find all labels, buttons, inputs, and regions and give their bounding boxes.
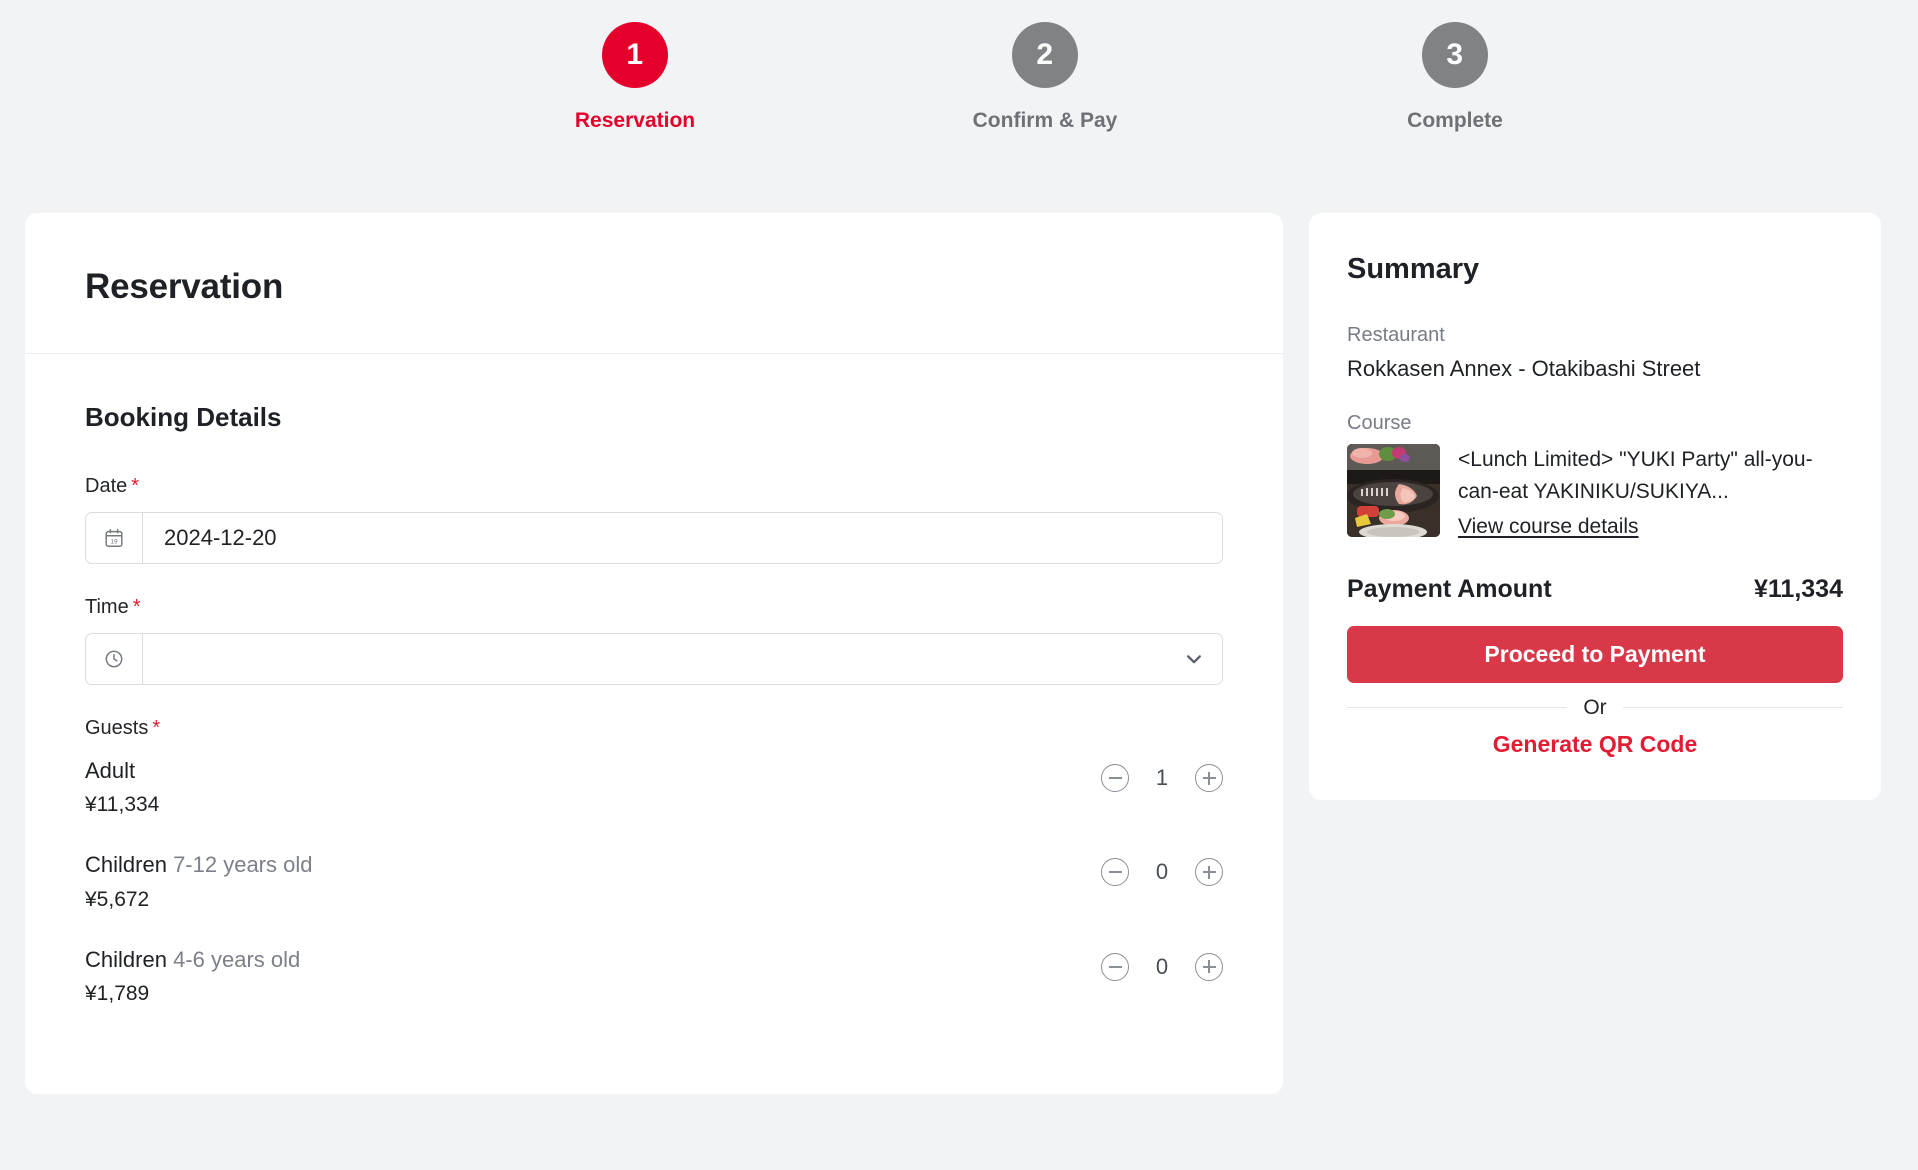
time-value[interactable] [143, 634, 1166, 684]
proceed-to-payment-button[interactable]: Proceed to Payment [1347, 625, 1843, 683]
view-course-details-link[interactable]: View course details [1458, 515, 1639, 539]
date-field: Date * 19 2024-12-20 [85, 475, 1223, 564]
guests-label-row: Guests * [85, 717, 1223, 740]
time-label: Time [85, 596, 129, 618]
time-field: Time * [85, 596, 1223, 685]
section-title-booking-details: Booking Details [85, 402, 282, 432]
time-required-mark: * [132, 596, 141, 618]
guest-price-adult: ¥11,334 [85, 793, 160, 817]
payment-amount-value: ¥11,334 [1754, 574, 1843, 603]
guest-count-adult: 1 [1155, 765, 1169, 790]
guest-row-children-7-12: Children 7-12 years old ¥5,672 0 [85, 848, 1223, 911]
step-number-badge-3: 3 [1422, 22, 1488, 88]
plus-circle-icon[interactable] [1195, 764, 1223, 792]
date-required-mark: * [131, 475, 140, 497]
guest-type-children-4-6: Children [85, 946, 167, 972]
plus-circle-icon[interactable] [1195, 858, 1223, 887]
reservation-card-header: Reservation [25, 213, 1283, 354]
or-separator: Or [1347, 695, 1844, 720]
date-label: Date [85, 475, 128, 497]
step-confirm-pay[interactable]: 2 Confirm & Pay [840, 22, 1250, 133]
progress-stepper: 1 Reservation 2 Confirm & Pay 3 Complete [0, 0, 1918, 213]
restaurant-value: Rokkasen Annex - Otakibashi Street [1347, 356, 1701, 381]
reservation-column: Reservation Booking Details Date * 19 20… [25, 213, 1283, 1094]
guest-count-children-7-12: 0 [1155, 859, 1169, 885]
guest-name-adult: Adult [85, 756, 159, 786]
reservation-card: Reservation Booking Details Date * 19 20… [25, 213, 1283, 1094]
divider-left [1347, 707, 1568, 709]
time-label-row: Time * [85, 596, 1223, 619]
booking-details-section: Booking Details Date * 19 2024-12-20 Tim… [25, 354, 1283, 1094]
summary-title: Summary [1347, 253, 1480, 285]
guest-row-adult: Adult ¥11,334 1 [85, 754, 1223, 817]
guest-name-children-7-12: Children 7-12 years old [85, 850, 312, 880]
course-label: Course [1347, 412, 1412, 434]
guests-label: Guests [85, 717, 149, 739]
date-label-row: Date * [85, 475, 1223, 498]
time-select[interactable] [85, 633, 1223, 685]
step-number-2: 2 [1036, 38, 1054, 71]
step-number-badge-1: 1 [602, 22, 668, 88]
course-text: <Lunch Limited> "YUKI Party" all-you-can… [1458, 444, 1843, 539]
content-area: Reservation Booking Details Date * 19 20… [0, 213, 1918, 1094]
guest-age-children-4-6: 4-6 years old [173, 946, 301, 972]
chevron-down-icon[interactable] [1166, 634, 1222, 684]
minus-circle-icon[interactable] [1101, 764, 1129, 792]
reservation-page: 1 Reservation 2 Confirm & Pay 3 Complete… [0, 0, 1918, 1170]
yakiniku-grill-photo [1347, 444, 1440, 537]
guest-row-children-4-6: Children 4-6 years old ¥1,789 0 [85, 943, 1223, 1006]
guest-stepper-children-4-6: 0 [1101, 943, 1223, 981]
payment-amount-row: Payment Amount ¥11,334 [1347, 575, 1843, 604]
guest-type-children-7-12: Children [85, 852, 167, 878]
page-title: Reservation [85, 267, 284, 306]
date-value[interactable]: 2024-12-20 [143, 513, 1222, 563]
divider-right [1622, 707, 1844, 709]
plus-circle-icon[interactable] [1195, 952, 1223, 981]
summary-column: Summary Restaurant Rokkasen Annex - Otak… [1309, 213, 1881, 800]
guest-count-children-4-6: 0 [1155, 953, 1169, 979]
date-input[interactable]: 19 2024-12-20 [85, 512, 1223, 564]
guest-info-adult: Adult ¥11,334 [85, 754, 159, 817]
course-title: <Lunch Limited> "YUKI Party" all-you-can… [1458, 448, 1813, 503]
guest-name-children-4-6: Children 4-6 years old [85, 945, 300, 975]
minus-circle-icon[interactable] [1101, 858, 1129, 887]
step-number-1: 1 [626, 38, 644, 71]
guest-stepper-adult: 1 [1101, 754, 1223, 792]
guest-price-children-4-6: ¥1,789 [85, 982, 150, 1006]
payment-amount-label: Payment Amount [1347, 574, 1552, 603]
guests-required-mark: * [152, 717, 161, 739]
guest-age-children-7-12: 7-12 years old [173, 852, 313, 878]
guest-type-adult: Adult [85, 758, 136, 783]
restaurant-label: Restaurant [1347, 324, 1445, 346]
step-number-badge-2: 2 [1012, 22, 1078, 88]
step-reservation[interactable]: 1 Reservation [430, 22, 840, 133]
step-label-complete: Complete [1407, 109, 1503, 132]
generate-qr-code-link[interactable]: Generate QR Code [1347, 731, 1843, 758]
or-text: Or [1583, 695, 1607, 719]
guest-info-children-7-12: Children 7-12 years old ¥5,672 [85, 848, 312, 911]
minus-circle-icon[interactable] [1101, 952, 1129, 981]
guest-info-children-4-6: Children 4-6 years old ¥1,789 [85, 943, 300, 1006]
course-block: <Lunch Limited> "YUKI Party" all-you-can… [1347, 444, 1843, 539]
step-label-confirm-pay: Confirm & Pay [972, 109, 1118, 132]
step-number-3: 3 [1446, 38, 1464, 71]
step-complete[interactable]: 3 Complete [1250, 22, 1660, 133]
clock-icon [86, 634, 143, 684]
summary-card: Summary Restaurant Rokkasen Annex - Otak… [1309, 213, 1881, 800]
guest-price-children-7-12: ¥5,672 [85, 887, 150, 911]
calendar-icon: 19 [86, 513, 143, 563]
svg-text:19: 19 [110, 539, 118, 546]
guest-stepper-children-7-12: 0 [1101, 848, 1223, 887]
step-label-reservation: Reservation [574, 109, 696, 132]
guests-field: Guests * Adult ¥11,334 1 Children 7-12 y… [85, 717, 1223, 1006]
